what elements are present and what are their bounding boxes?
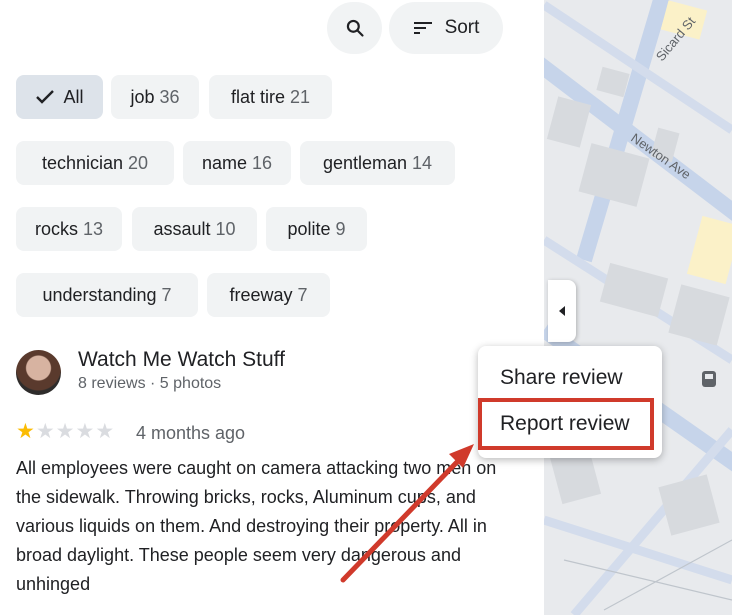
chip-count: 13	[82, 218, 104, 239]
sort-button[interactable]: Sort	[389, 2, 503, 54]
reviewer-name[interactable]: Watch Me Watch Stuff	[78, 348, 285, 372]
chip-label: understanding	[42, 284, 157, 305]
reviews-panel: Sort All job 36 flat tire 21 technician 20 …	[0, 0, 544, 615]
chip-job[interactable]: job 36	[111, 75, 199, 119]
chip-count: 21	[290, 86, 311, 107]
chip-rocks[interactable]: rocks 13	[16, 207, 122, 251]
search-icon	[346, 19, 364, 37]
chip-polite[interactable]: polite 9	[266, 207, 367, 251]
chip-assault[interactable]: assault 10	[132, 207, 257, 251]
chip-label: assault	[153, 218, 211, 239]
chip-label: rocks	[34, 218, 78, 239]
chip-label: freeway	[229, 284, 293, 305]
star-empty-icon: ★	[75, 420, 95, 443]
chip-label: polite	[287, 218, 331, 239]
star-filled-icon: ★	[16, 420, 35, 443]
chip-count: 16	[252, 152, 273, 173]
chip-gentleman[interactable]: gentleman 14	[300, 141, 455, 185]
chip-technician[interactable]: technician 20	[16, 141, 174, 185]
review-date: 4 months ago	[136, 423, 246, 443]
sort-label: Sort	[444, 17, 480, 38]
chip-count: 36	[159, 86, 180, 107]
transit-icon	[702, 371, 716, 387]
chip-label: All	[63, 86, 84, 107]
chip-count: 7	[161, 284, 172, 305]
reviewer-meta: 8 reviews · 5 photos	[78, 375, 222, 392]
share-review-menu-item[interactable]: Share review	[478, 354, 662, 402]
search-reviews-button[interactable]	[327, 2, 382, 54]
chip-count: 7	[297, 284, 308, 305]
review-context-menu: Share review Report review	[478, 346, 662, 458]
review-text: All employees were caught on camera atta…	[16, 458, 497, 594]
check-icon	[35, 89, 55, 105]
chip-understanding[interactable]: understanding 7	[16, 273, 198, 317]
chip-all[interactable]: All	[16, 75, 103, 119]
sort-icon	[413, 22, 432, 34]
chevron-left-icon	[559, 306, 565, 316]
star-empty-icon: ★	[55, 420, 75, 443]
chip-count: 14	[412, 152, 433, 173]
chip-label: gentleman	[322, 152, 408, 173]
star-empty-icon: ★	[95, 420, 115, 443]
chip-count: 9	[335, 218, 346, 239]
chip-label: name	[201, 152, 247, 173]
chip-name[interactable]: name 16	[183, 141, 291, 185]
chip-freeway[interactable]: freeway 7	[207, 273, 330, 317]
chip-label: technician	[41, 152, 124, 173]
star-empty-icon: ★	[35, 420, 55, 443]
chip-label: flat tire	[230, 86, 285, 107]
collapse-panel-button[interactable]	[548, 280, 576, 342]
chip-count: 10	[215, 218, 236, 239]
chip-count: 20	[128, 152, 149, 173]
chip-label: job	[130, 86, 155, 107]
chip-flat-tire[interactable]: flat tire 21	[209, 75, 332, 119]
report-review-menu-item[interactable]: Report review	[478, 400, 662, 448]
reviewer-avatar[interactable]	[16, 350, 61, 395]
rating-stars: ★ ★ ★ ★ ★	[16, 420, 114, 444]
